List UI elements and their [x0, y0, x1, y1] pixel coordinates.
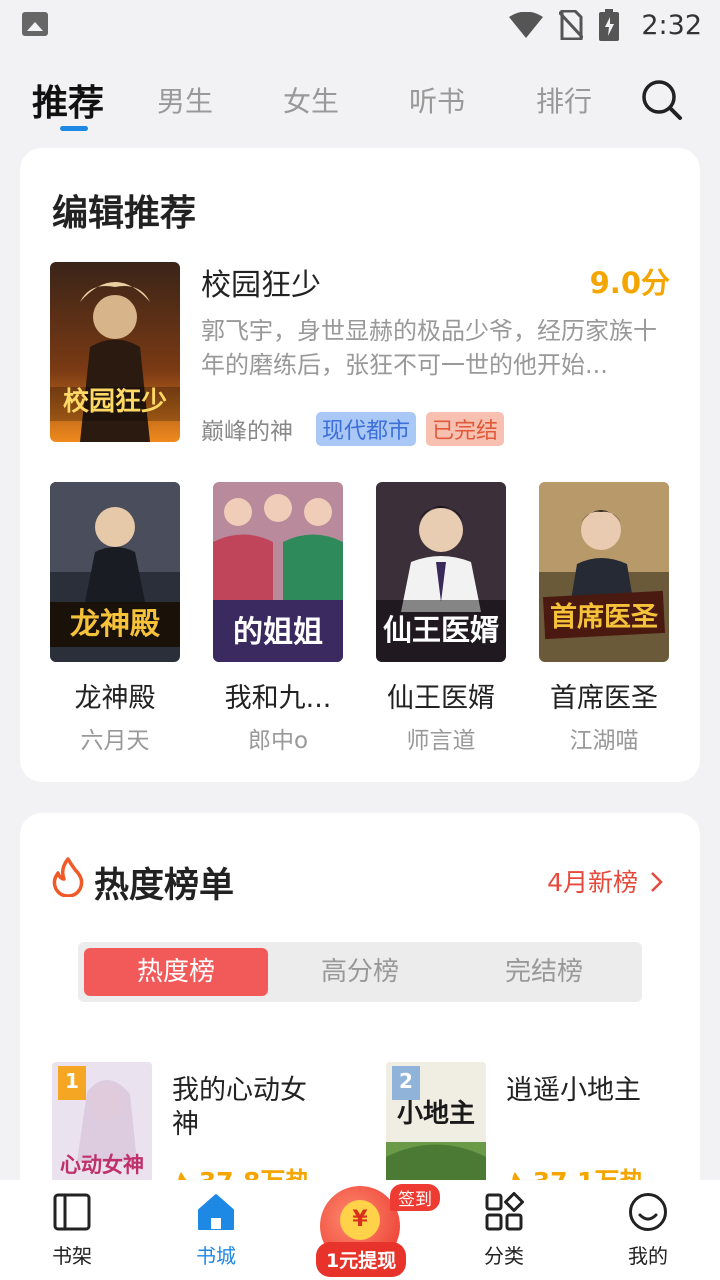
book-title: 我的心动女神 — [172, 1075, 307, 1140]
featured-book-title[interactable]: 校园狂少 — [201, 260, 321, 304]
wifi-icon — [509, 12, 544, 38]
tab-male[interactable]: 男生 — [157, 80, 213, 120]
nav-label: 我的 — [628, 1244, 668, 1268]
editor-pick-card: 编辑推荐 校园狂少 校园狂少 9.0分 郭飞宇，身世显赫的极品少爷，经历家族十年… — [20, 148, 700, 782]
category-icon — [485, 1192, 524, 1231]
book-cover[interactable]: 的姐姐 — [213, 482, 343, 662]
nav-label: 分类 — [484, 1244, 524, 1268]
featured-cover-title: 校园狂少 — [63, 386, 167, 417]
featured-book-cover[interactable]: 校园狂少 — [50, 262, 180, 442]
image-icon — [22, 12, 48, 36]
book-author: 江湖喵 — [569, 728, 639, 754]
home-icon — [198, 1194, 234, 1230]
cover-title: 仙王医婿 — [383, 613, 499, 647]
hot-list-title: 热度榜单 — [94, 866, 235, 906]
ranking-item[interactable]: 心动女神 1 我的心动女神 37.8万热 — [52, 1062, 352, 1196]
tab-audiobook[interactable]: 听书 — [409, 80, 465, 120]
checkin-badge[interactable]: 签到 — [390, 1184, 440, 1211]
featured-book-description: 郭飞宇，身世显赫的极品少爷，经历家族十年的磨练后，张狂不可一世的他开始... — [201, 317, 657, 379]
segment-completed[interactable]: 完结榜 — [452, 948, 636, 996]
book-title: 龙神殿 — [74, 683, 156, 714]
book-author: 六月天 — [80, 728, 150, 754]
nav-label: 书架 — [52, 1244, 92, 1268]
no-sim-icon — [559, 10, 584, 40]
tab-ranking[interactable]: 排行 — [536, 80, 592, 120]
coin-symbol: ¥ — [340, 1200, 380, 1240]
book-author: 师言道 — [406, 728, 476, 754]
book-item[interactable]: 首席医圣 首席医圣 江湖喵 — [539, 482, 669, 755]
smiley-icon — [629, 1193, 667, 1231]
ranking-item[interactable]: 小地主 2 逍遥小地主 37.1万热 — [386, 1062, 686, 1196]
cover-title: 首席医圣 — [550, 601, 659, 633]
nav-category[interactable]: 分类 — [449, 1192, 559, 1269]
bottom-navigation: 书架 书城 ¥ 签到 1元提现 分类 我的 — [0, 1180, 720, 1280]
book-cover[interactable]: 仙王医婿 — [376, 482, 506, 662]
nav-bookstore[interactable]: 书城 — [161, 1192, 271, 1269]
featured-book-score: 9.0分 — [589, 266, 670, 300]
featured-book-author: 巅峰的神 — [201, 419, 293, 445]
book-cover[interactable]: 龙神殿 — [50, 482, 180, 662]
book-title: 我和九... — [224, 683, 332, 714]
section-title: 编辑推荐 — [52, 193, 197, 234]
status-time: 2:32 — [641, 9, 702, 41]
status-bar: 2:32 — [0, 0, 720, 50]
book-title: 仙王医婿 — [387, 683, 495, 714]
book-cover[interactable]: 首席医圣 — [539, 482, 669, 662]
rank-badge: 2 — [392, 1066, 420, 1100]
rank-badge: 1 — [58, 1066, 86, 1100]
withdraw-button[interactable]: 1元提现 — [316, 1242, 407, 1277]
ranking-segment-control: 热度榜 高分榜 完结榜 — [78, 942, 642, 1002]
search-icon[interactable] — [640, 78, 684, 122]
nav-profile[interactable]: 我的 — [593, 1192, 703, 1269]
chevron-right-icon — [651, 872, 663, 892]
nav-label: 书城 — [196, 1244, 236, 1268]
hot-list-card: 热度榜单 4月新榜 热度榜 高分榜 完结榜 心动女神 1 我的心动女神 37.8… — [20, 813, 700, 1233]
book-item[interactable]: 的姐姐 我和九... 郎中o — [213, 482, 343, 755]
book-item[interactable]: 龙神殿 龙神殿 六月天 — [50, 482, 180, 755]
top-tab-bar: 推荐 男生 女生 听书 排行 — [0, 70, 720, 136]
battery-charging-icon — [599, 9, 620, 41]
segment-hot[interactable]: 热度榜 — [84, 948, 268, 996]
book-author: 郎中o — [247, 728, 309, 754]
cover-title: 心动女神 — [60, 1153, 144, 1177]
book-title: 首席医圣 — [550, 683, 658, 714]
book-title: 逍遥小地主 — [506, 1075, 641, 1106]
genre-tag: 现代都市 — [316, 412, 417, 446]
fire-icon — [52, 857, 84, 897]
cover-title: 龙神殿 — [70, 607, 160, 642]
cover-title: 小地主 — [397, 1099, 475, 1129]
status-tag: 已完结 — [426, 412, 505, 446]
tab-recommend[interactable]: 推荐 — [32, 74, 104, 126]
active-tab-indicator — [60, 126, 88, 131]
segment-high-score[interactable]: 高分榜 — [268, 948, 452, 996]
nav-bookshelf[interactable]: 书架 — [17, 1192, 127, 1269]
monthly-list-link[interactable]: 4月新榜 — [547, 863, 664, 899]
cover-title: 的姐姐 — [233, 615, 323, 650]
bookshelf-icon — [53, 1193, 91, 1231]
monthly-list-label: 4月新榜 — [547, 868, 639, 897]
book-item[interactable]: 仙王医婿 仙王医婿 师言道 — [376, 482, 506, 755]
tab-female[interactable]: 女生 — [283, 80, 339, 120]
